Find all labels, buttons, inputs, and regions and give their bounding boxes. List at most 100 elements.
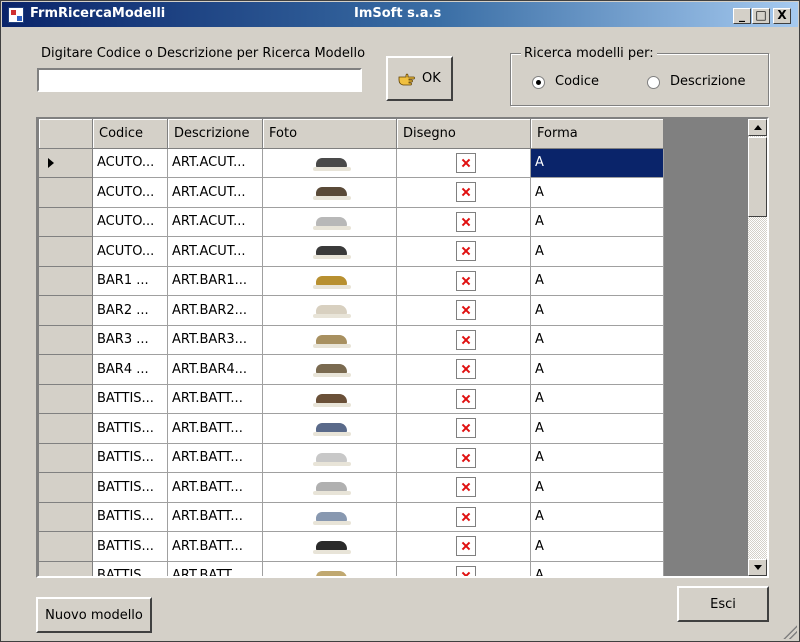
- cell-forma[interactable]: A: [530, 531, 664, 562]
- cell-descrizione[interactable]: ART.BATT...: [167, 383, 263, 414]
- cell-codice[interactable]: ACUTO...: [92, 206, 168, 237]
- column-header-foto[interactable]: Foto: [262, 119, 397, 149]
- cell-codice[interactable]: BATTIS...: [92, 383, 168, 414]
- cell-codice[interactable]: ACUTO...: [92, 147, 168, 178]
- row-header[interactable]: [38, 206, 93, 237]
- cell-foto[interactable]: [262, 236, 397, 267]
- cell-disegno[interactable]: [396, 324, 531, 355]
- cell-codice[interactable]: ACUTO...: [92, 236, 168, 267]
- cell-forma[interactable]: A: [530, 236, 664, 267]
- cell-descrizione[interactable]: ART.BAR4...: [167, 354, 263, 385]
- cell-forma[interactable]: A: [530, 501, 664, 532]
- cell-disegno[interactable]: [396, 383, 531, 414]
- table-row[interactable]: BAR3 ... ART.BAR3... A: [38, 324, 664, 355]
- row-header[interactable]: [38, 560, 93, 576]
- cell-forma[interactable]: A: [530, 472, 664, 503]
- cell-codice[interactable]: BAR3 ...: [92, 324, 168, 355]
- cell-disegno[interactable]: [396, 147, 531, 178]
- cell-descrizione[interactable]: ART.BATT...: [167, 472, 263, 503]
- cell-disegno[interactable]: [396, 413, 531, 444]
- cell-foto[interactable]: [262, 472, 397, 503]
- cell-descrizione[interactable]: ART.ACUT...: [167, 147, 263, 178]
- cell-forma[interactable]: A: [530, 442, 664, 473]
- cell-codice[interactable]: BATTIS...: [92, 472, 168, 503]
- table-row[interactable]: BATTIS... ART.BATT... A: [38, 383, 664, 414]
- cell-descrizione[interactable]: ART.BAR1...: [167, 265, 263, 296]
- row-header[interactable]: [38, 147, 93, 178]
- cell-disegno[interactable]: [396, 177, 531, 208]
- cell-descrizione[interactable]: ART.ACUT...: [167, 236, 263, 267]
- table-row[interactable]: BAR1 ... ART.BAR1... A: [38, 265, 664, 296]
- cell-codice[interactable]: BAR2 ...: [92, 295, 168, 326]
- cell-disegno[interactable]: [396, 206, 531, 237]
- cell-descrizione[interactable]: ART.BATT...: [167, 560, 263, 576]
- cell-descrizione[interactable]: ART.BATT...: [167, 501, 263, 532]
- cell-foto[interactable]: [262, 265, 397, 296]
- cell-foto[interactable]: [262, 295, 397, 326]
- cell-foto[interactable]: [262, 413, 397, 444]
- table-row[interactable]: BATTIS... ART.BATT... A: [38, 501, 664, 532]
- corner-header[interactable]: [38, 119, 93, 149]
- cell-foto[interactable]: [262, 147, 397, 178]
- cell-forma[interactable]: A: [530, 324, 664, 355]
- cell-disegno[interactable]: [396, 560, 531, 576]
- radio-codice-label[interactable]: Codice: [555, 74, 599, 89]
- cell-descrizione[interactable]: ART.BAR3...: [167, 324, 263, 355]
- table-row[interactable]: BATTIS... ART.BATT... A: [38, 531, 664, 562]
- cell-codice[interactable]: BATTIS...: [92, 413, 168, 444]
- cell-disegno[interactable]: [396, 236, 531, 267]
- row-header[interactable]: [38, 531, 93, 562]
- cell-forma[interactable]: A: [530, 177, 664, 208]
- column-header-codice[interactable]: Codice: [92, 119, 168, 149]
- maximize-button[interactable]: □: [752, 8, 770, 24]
- cell-foto[interactable]: [262, 531, 397, 562]
- column-header-forma[interactable]: Forma: [530, 119, 664, 149]
- cell-disegno[interactable]: [396, 531, 531, 562]
- row-header[interactable]: [38, 236, 93, 267]
- cell-foto[interactable]: [262, 383, 397, 414]
- cell-codice[interactable]: BATTIS...: [92, 501, 168, 532]
- cell-codice[interactable]: BATTIS...: [92, 442, 168, 473]
- app-icon[interactable]: [8, 7, 24, 23]
- row-header[interactable]: [38, 501, 93, 532]
- row-header[interactable]: [38, 177, 93, 208]
- cell-codice[interactable]: BAR4 ...: [92, 354, 168, 385]
- table-row[interactable]: BAR4 ... ART.BAR4... A: [38, 354, 664, 385]
- cell-forma[interactable]: A: [530, 147, 664, 178]
- row-header[interactable]: [38, 295, 93, 326]
- exit-button[interactable]: Esci: [677, 586, 769, 622]
- cell-codice[interactable]: BAR1 ...: [92, 265, 168, 296]
- cell-descrizione[interactable]: ART.BAR2...: [167, 295, 263, 326]
- search-input[interactable]: [37, 68, 362, 92]
- row-header[interactable]: [38, 442, 93, 473]
- cell-forma[interactable]: A: [530, 295, 664, 326]
- table-row[interactable]: ACUTO... ART.ACUT... A: [38, 236, 664, 267]
- cell-foto[interactable]: [262, 206, 397, 237]
- cell-forma[interactable]: A: [530, 206, 664, 237]
- cell-forma[interactable]: A: [530, 383, 664, 414]
- cell-disegno[interactable]: [396, 501, 531, 532]
- table-row[interactable]: ACUTO... ART.ACUT... A: [38, 206, 664, 237]
- table-row[interactable]: BATTIS... ART.BATT... A: [38, 472, 664, 503]
- vertical-scrollbar[interactable]: [748, 119, 767, 576]
- cell-codice[interactable]: ACUTO...: [92, 177, 168, 208]
- radio-descrizione[interactable]: [647, 76, 660, 89]
- scroll-up-arrow-icon[interactable]: [748, 119, 767, 136]
- cell-foto[interactable]: [262, 354, 397, 385]
- table-row[interactable]: ACUTO... ART.ACUT... A: [38, 147, 664, 178]
- table-row[interactable]: BATTIS... ART.BATT... A: [38, 442, 664, 473]
- radio-descrizione-label[interactable]: Descrizione: [670, 74, 746, 89]
- row-header[interactable]: [38, 383, 93, 414]
- column-header-disegno[interactable]: Disegno: [396, 119, 531, 149]
- cell-forma[interactable]: A: [530, 354, 664, 385]
- cell-forma[interactable]: A: [530, 560, 664, 576]
- table-row[interactable]: BATTIS... ART.BATT... A: [38, 413, 664, 444]
- row-header[interactable]: [38, 413, 93, 444]
- new-model-button[interactable]: Nuovo modello: [36, 597, 152, 633]
- table-row[interactable]: BATTIS... ART.BATT... A: [38, 560, 664, 576]
- cell-disegno[interactable]: [396, 265, 531, 296]
- cell-foto[interactable]: [262, 324, 397, 355]
- cell-foto[interactable]: [262, 560, 397, 576]
- row-header[interactable]: [38, 472, 93, 503]
- cell-descrizione[interactable]: ART.ACUT...: [167, 177, 263, 208]
